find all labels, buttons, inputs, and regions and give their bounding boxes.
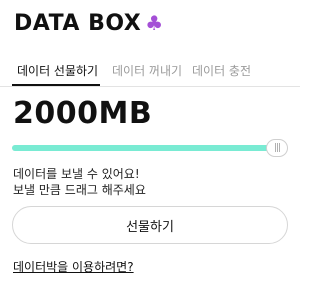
tab-take-out-data[interactable]: 데이터 꺼내기 bbox=[112, 62, 182, 79]
slider-fill bbox=[12, 145, 272, 151]
description-line-2: 보낼 만큼 드래그 해주세요 bbox=[13, 183, 146, 197]
brand-title: DATA BOX bbox=[14, 10, 142, 36]
tab-charge-data[interactable]: 데이터 충전 bbox=[192, 62, 251, 79]
app-header: DATA BOX ♣ bbox=[14, 8, 163, 38]
help-link[interactable]: 데이터박을 이용하려면? bbox=[13, 258, 134, 275]
data-amount: 2000MB bbox=[13, 96, 153, 131]
clover-icon: ♣ bbox=[145, 11, 164, 35]
active-tab-indicator bbox=[12, 84, 100, 86]
tab-gift-data[interactable]: 데이터 선물하기 bbox=[17, 62, 98, 79]
gift-button[interactable]: 선물하기 bbox=[12, 206, 288, 244]
slider-handle[interactable]: ||| bbox=[266, 139, 288, 157]
tab-bar: 데이터 선물하기 데이터 꺼내기 데이터 충전 bbox=[0, 58, 300, 87]
amount-slider[interactable]: ||| bbox=[12, 139, 288, 157]
grip-icon: ||| bbox=[273, 142, 281, 153]
description-line-1: 데이터를 보낼 수 있어요! bbox=[13, 167, 140, 181]
